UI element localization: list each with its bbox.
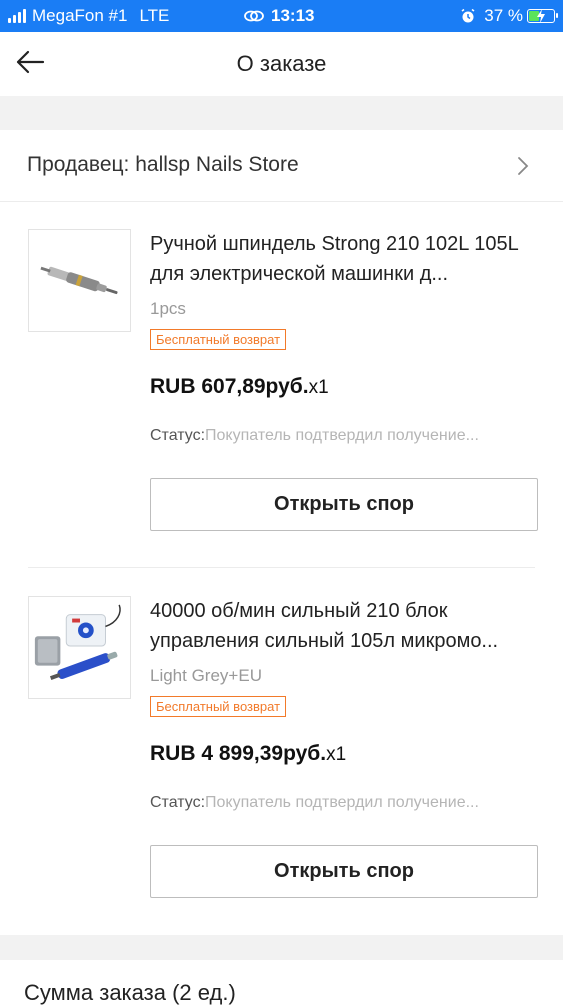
free-return-badge: Бесплатный возврат (150, 329, 287, 350)
open-dispute-button[interactable]: Открыть спор (150, 478, 538, 531)
price-value: RUB 607,89руб. (150, 375, 309, 398)
quantity: x1 (326, 744, 347, 765)
status-label: Статус: (150, 427, 206, 444)
section-gap (0, 96, 563, 130)
product-price: RUB 607,89руб.x1 (150, 375, 329, 399)
product-image[interactable] (28, 229, 131, 332)
order-item: 40000 об/мин сильный 210 блок управления… (0, 569, 563, 935)
page-title: О заказе (236, 51, 327, 76)
charging-bolt-icon (537, 9, 545, 23)
status-value: Покупатель подтвердил получение... (205, 427, 479, 444)
order-summary-row: Сумма заказа (2 ед.) (0, 960, 563, 1005)
divider (28, 567, 535, 568)
signal-icon (8, 9, 26, 23)
section-gap (0, 935, 563, 960)
seller-name: Продавец: hallsp Nails Store (27, 153, 299, 176)
order-status: Статус:Покупатель подтвердил получение..… (150, 427, 540, 445)
network-type: LTE (139, 6, 170, 25)
status-label: Статус: (150, 794, 206, 811)
clock: 13:13 (271, 6, 315, 25)
order-status: Статус:Покупатель подтвердил получение..… (150, 794, 540, 812)
carrier-name: MegaFon #1 (32, 6, 128, 25)
product-price: RUB 4 899,39руб.x1 (150, 742, 346, 766)
link-icon (244, 10, 264, 22)
nav-header: О заказе (0, 32, 563, 96)
status-center: 13:13 (243, 6, 314, 26)
product-variant: Light Grey+EU (150, 666, 262, 685)
order-item: Ручной шпиндель Strong 210 102L 105L для… (0, 203, 563, 568)
product-variant: 1pcs (150, 299, 186, 318)
control-unit-image (29, 597, 130, 698)
free-return-badge: Бесплатный возврат (150, 696, 287, 717)
status-value: Покупатель подтвердил получение... (205, 794, 479, 811)
product-image[interactable] (28, 596, 131, 699)
product-title[interactable]: Ручной шпиндель Strong 210 102L 105L для… (150, 229, 542, 289)
alarm-icon (461, 8, 475, 23)
battery-icon (527, 9, 558, 23)
price-value: RUB 4 899,39руб. (150, 742, 327, 765)
handpiece-image (29, 230, 130, 331)
chevron-right-icon (518, 157, 529, 175)
battery-percent: 37 % (484, 6, 523, 25)
quantity: x1 (308, 377, 329, 398)
status-right: 37 % (460, 6, 558, 26)
status-bar: MegaFon #1 LTE 13:13 37 % (0, 0, 563, 32)
order-total-label: Сумма заказа (2 ед.) (24, 980, 236, 1005)
status-left: MegaFon #1 LTE (8, 6, 169, 26)
open-dispute-button[interactable]: Открыть спор (150, 845, 538, 898)
product-title[interactable]: 40000 об/мин сильный 210 блок управления… (150, 596, 542, 656)
seller-row[interactable]: Продавец: hallsp Nails Store (0, 130, 563, 202)
